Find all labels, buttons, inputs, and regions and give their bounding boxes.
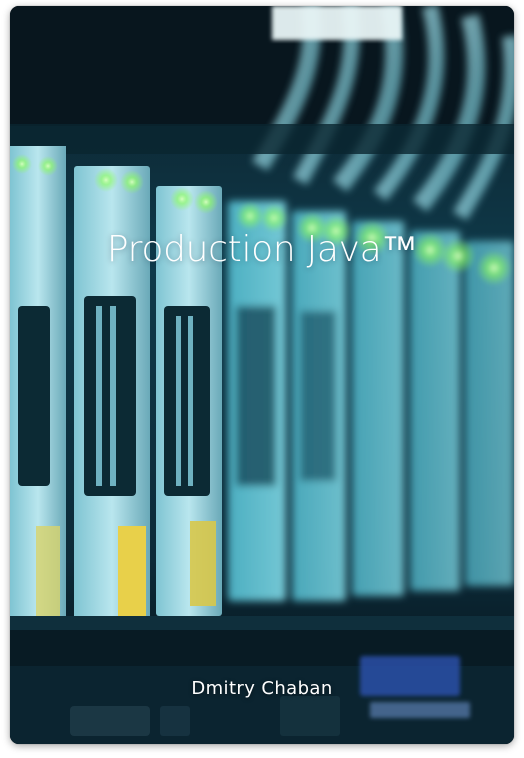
- book-author: Dmitry Chaban: [191, 678, 333, 699]
- server-rack-image: [10, 6, 514, 744]
- drive-bays-near: [10, 146, 222, 646]
- cable-tag: [272, 6, 402, 40]
- book-title: Production Java™: [106, 229, 418, 270]
- book-cover[interactable]: Production Java™ Dmitry Chaban: [10, 6, 514, 744]
